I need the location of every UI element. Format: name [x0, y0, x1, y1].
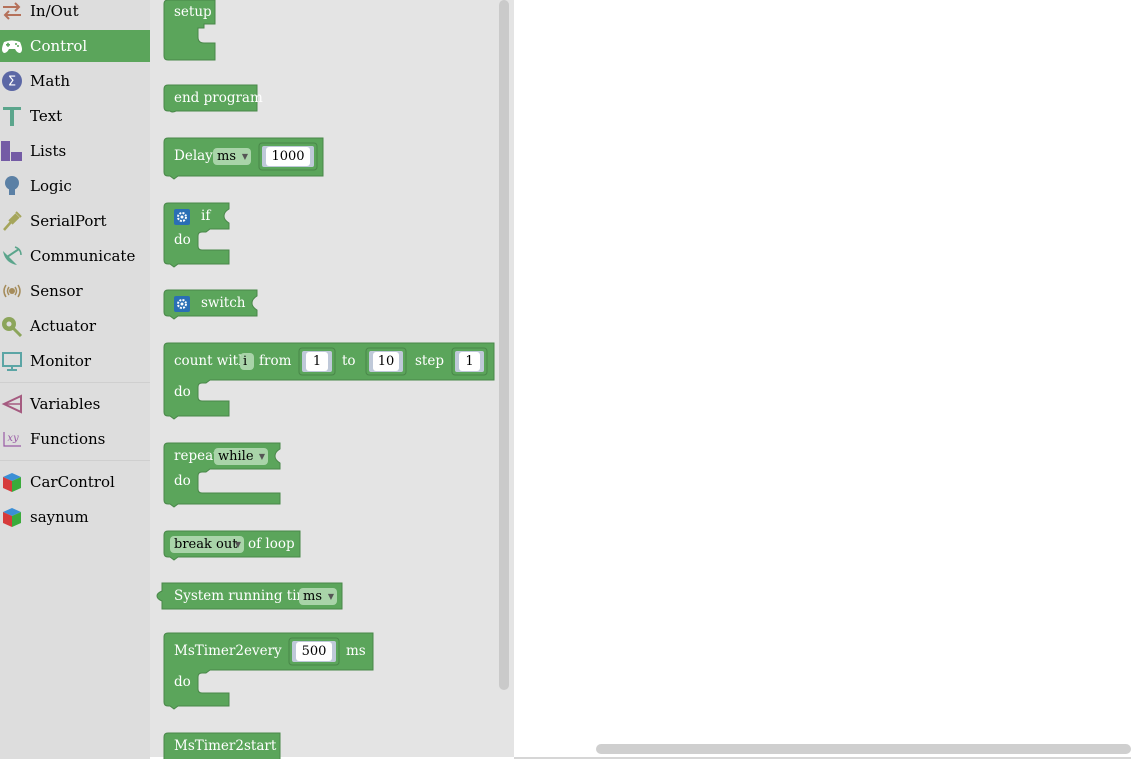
mstimer-unit-label: ms — [346, 643, 366, 659]
switch-block-label[interactable]: switch — [201, 295, 245, 311]
repeat-label[interactable]: repeat — [174, 448, 219, 464]
count-from-label: from — [259, 353, 292, 369]
mstimer-start-label[interactable]: MsTimer2 — [174, 738, 244, 754]
mstimer-value-field[interactable]: 500 — [296, 642, 332, 661]
count-do-label: do — [174, 384, 191, 400]
mstimer-do-label: do — [174, 674, 191, 690]
setup-block[interactable]: setup — [174, 4, 212, 20]
gear-icon[interactable] — [174, 296, 190, 312]
delay-unit-dropdown[interactable]: ms ▼ — [213, 148, 251, 165]
count-to-field[interactable]: 10 — [373, 352, 399, 371]
delay-value-field[interactable]: 1000 — [266, 147, 310, 166]
end-program-block[interactable]: end program — [174, 90, 263, 106]
flyout-scrollbar[interactable] — [499, 0, 509, 690]
system-time-unit-dropdown[interactable]: ms ▼ — [299, 588, 337, 605]
repeat-do-label: do — [174, 473, 191, 489]
break-mode-dropdown[interactable]: break out ▼ — [170, 536, 244, 553]
count-to-label: to — [342, 353, 356, 369]
mstimer-every-label[interactable]: MsTimer2 — [174, 643, 244, 659]
mstimer-every-word: every — [244, 643, 282, 659]
gear-icon[interactable] — [174, 209, 190, 225]
repeat-mode-dropdown[interactable]: while ▼ — [214, 448, 268, 465]
system-time-label[interactable]: System running time — [174, 588, 317, 604]
count-var-dropdown[interactable]: i — [240, 353, 254, 370]
if-do-label: do — [174, 232, 191, 248]
block-labels: setup end program Delay ms ▼ 1000 if do s… — [0, 0, 514, 759]
if-block-label[interactable]: if — [201, 208, 210, 224]
delay-block-label[interactable]: Delay — [174, 148, 213, 164]
count-step-label: step — [415, 353, 444, 369]
break-suffix-label: of loop — [248, 536, 295, 552]
count-step-field[interactable]: 1 — [459, 352, 480, 371]
workspace-horizontal-scrollbar[interactable] — [596, 744, 1131, 754]
mstimer-start-word: start — [244, 738, 277, 754]
count-with-label[interactable]: count with — [174, 353, 247, 369]
count-from-field[interactable]: 1 — [306, 352, 328, 371]
